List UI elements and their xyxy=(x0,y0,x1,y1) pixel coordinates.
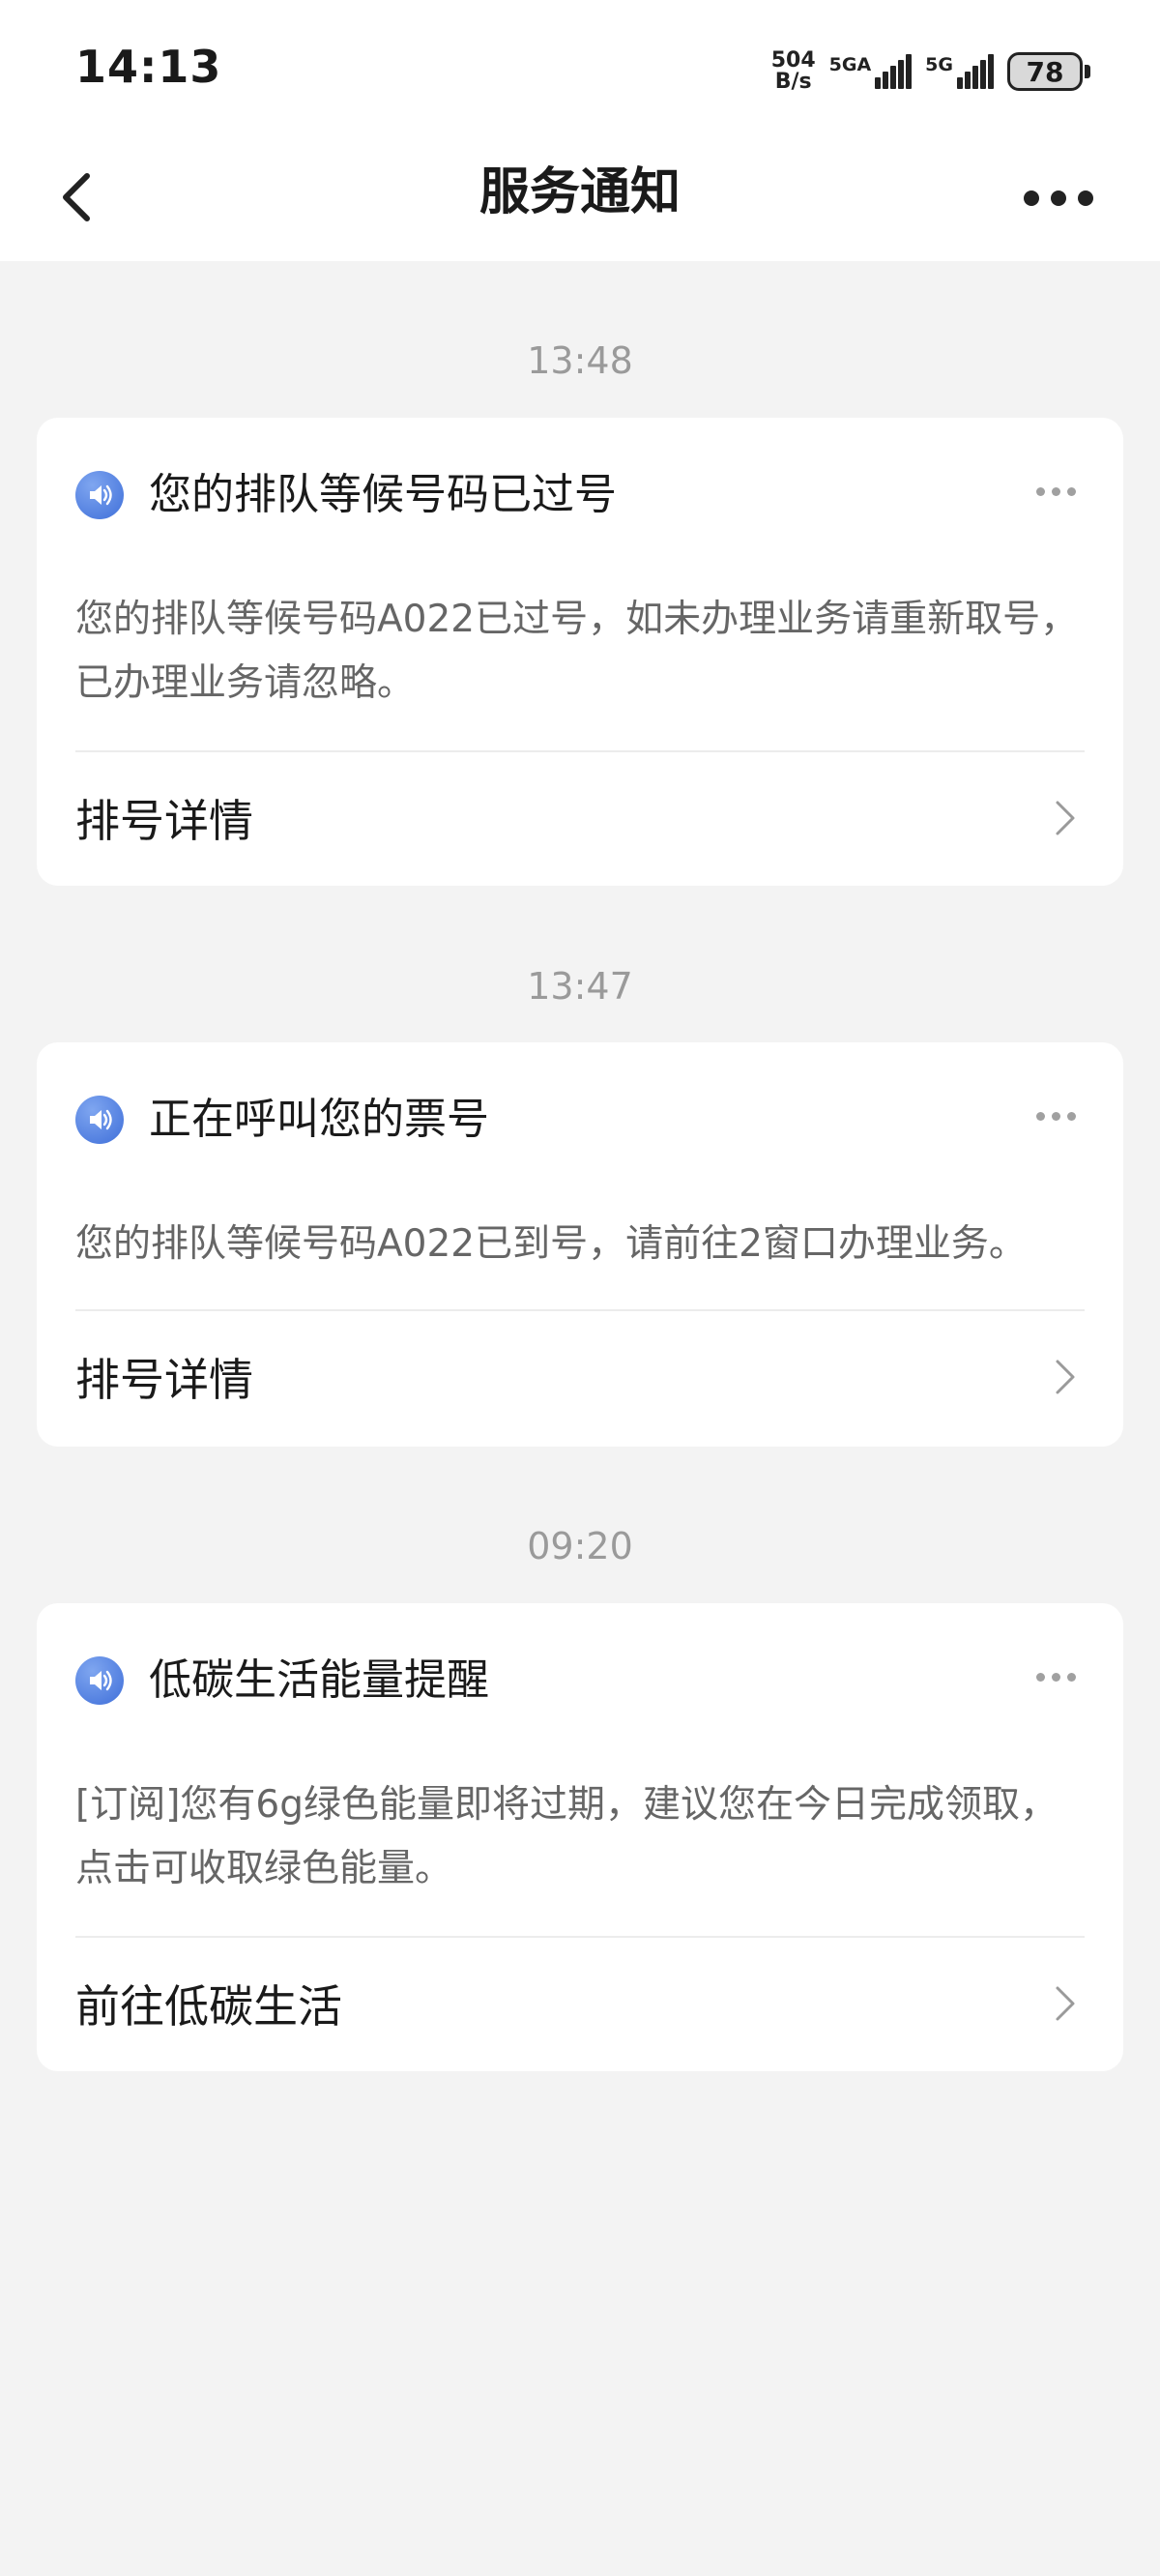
divider xyxy=(75,1309,1085,1311)
message-card[interactable]: 您的排队等候号码已过号 您的排队等候号码A022已过号，如未办理业务请重新取号，… xyxy=(37,418,1123,886)
divider xyxy=(75,1936,1085,1938)
more-icon xyxy=(1024,190,1039,206)
message-title: 低碳生活能量提醒 xyxy=(149,1655,489,1705)
network-speed-unit: B/s xyxy=(774,70,812,94)
more-icon xyxy=(1035,1672,1045,1682)
signal-5g-icon: 5G xyxy=(925,54,994,89)
more-button[interactable] xyxy=(996,164,1121,232)
chevron-right-icon xyxy=(1046,789,1085,847)
more-icon xyxy=(1035,486,1045,496)
battery-level: 78 xyxy=(1007,52,1083,91)
queue-details-link[interactable]: 排号详情 xyxy=(75,1331,1085,1423)
speaker-icon xyxy=(75,1096,124,1144)
message-card[interactable]: 正在呼叫您的票号 您的排队等候号码A022已到号，请前往2窗口办理业务。 排号详… xyxy=(37,1042,1123,1447)
message-time: 13:48 xyxy=(527,339,633,382)
signal-5g-label: 5G xyxy=(925,54,953,75)
speaker-icon xyxy=(75,1656,124,1705)
network-speed: 504 B/s xyxy=(771,50,816,93)
message-body: [订阅]您有6g绿色能量即将过期，建议您在今日完成领取，点击可收取绿色能量。 xyxy=(75,1783,1058,1890)
link-label: 排号详情 xyxy=(75,1354,253,1406)
message-header: 您的排队等候号码已过号 xyxy=(75,466,1085,524)
message-time: 13:47 xyxy=(527,965,633,1008)
battery-icon: 78 xyxy=(1007,52,1090,91)
message-card[interactable]: 低碳生活能量提醒 [订阅]您有6g绿色能量即将过期，建议您在今日完成领取，点击可… xyxy=(37,1603,1123,2071)
status-bar: 14:13 504 B/s 5GA 5G 78 xyxy=(0,0,1160,135)
link-label: 前往低碳生活 xyxy=(75,1980,342,2033)
message-body: 您的排队等候号码A022已到号，请前往2窗口办理业务。 xyxy=(75,1222,1027,1266)
network-speed-value: 504 xyxy=(770,48,816,73)
message-title: 您的排队等候号码已过号 xyxy=(149,470,617,519)
message-more-button[interactable] xyxy=(1027,1657,1085,1696)
message-more-button[interactable] xyxy=(1027,472,1085,511)
message-time: 09:20 xyxy=(527,1525,633,1567)
status-time: 14:13 xyxy=(75,41,222,93)
divider xyxy=(75,750,1085,752)
message-more-button[interactable] xyxy=(1027,1097,1085,1135)
status-icons: 504 B/s 5GA 5G 78 xyxy=(771,44,1090,99)
low-carbon-link[interactable]: 前往低碳生活 xyxy=(75,1957,1085,2050)
nav-bar: 服务通知 xyxy=(0,135,1160,261)
queue-details-link[interactable]: 排号详情 xyxy=(75,772,1085,864)
signal-5ga-icon: 5GA xyxy=(829,54,913,89)
page-title: 服务通知 xyxy=(478,163,681,221)
signal-5ga-label: 5GA xyxy=(828,54,872,75)
chevron-right-icon xyxy=(1046,1975,1085,2033)
message-body: 您的排队等候号码A022已过号，如未办理业务请重新取号，已办理业务请忽略。 xyxy=(75,598,1079,705)
speaker-icon xyxy=(75,471,124,519)
message-header: 低碳生活能量提醒 xyxy=(75,1652,1085,1710)
message-header: 正在呼叫您的票号 xyxy=(75,1091,1085,1149)
more-icon xyxy=(1035,1111,1045,1121)
message-title: 正在呼叫您的票号 xyxy=(149,1095,489,1144)
link-label: 排号详情 xyxy=(75,795,253,847)
chevron-right-icon xyxy=(1046,1348,1085,1406)
